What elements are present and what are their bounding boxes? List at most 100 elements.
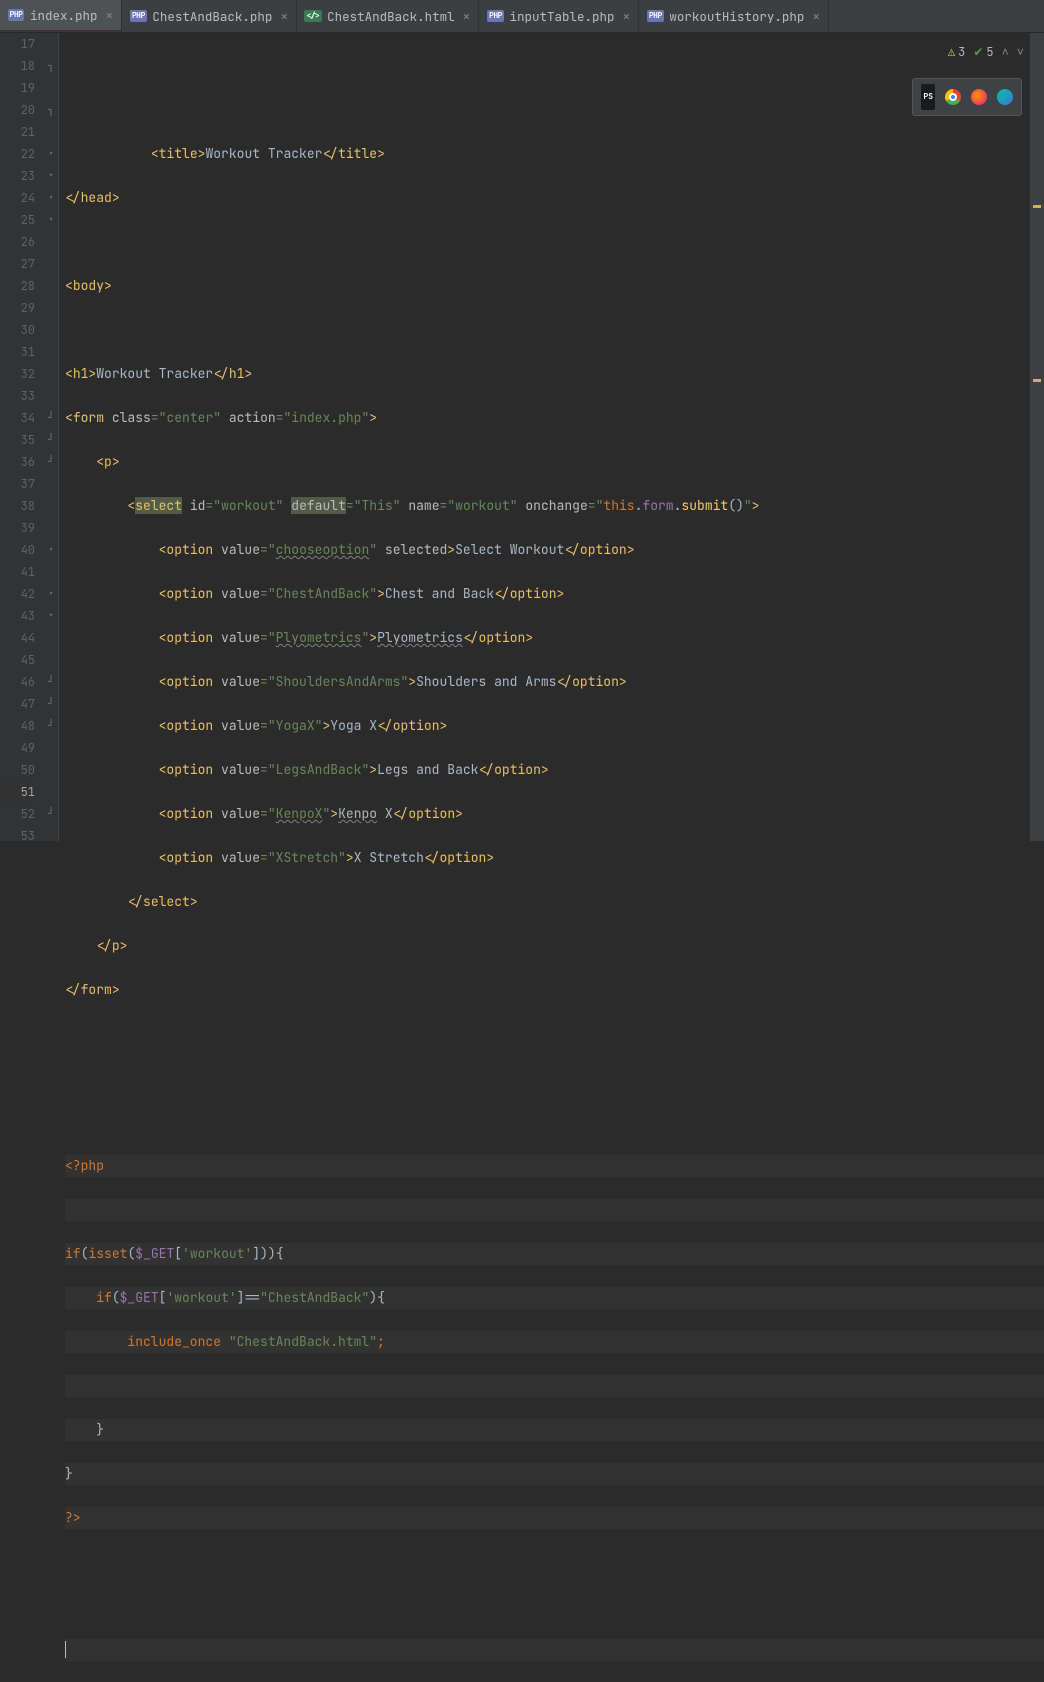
t: </ bbox=[393, 805, 409, 822]
t: > bbox=[486, 849, 494, 866]
t: p bbox=[104, 453, 112, 470]
t: = bbox=[260, 717, 268, 734]
t: Plyometrics bbox=[377, 629, 463, 646]
php-icon: PHP bbox=[130, 9, 146, 23]
t: } bbox=[96, 1421, 104, 1438]
t: $_GET bbox=[120, 1289, 159, 1306]
t: ( bbox=[127, 1245, 135, 1262]
fold-column[interactable]: ┐┐▾▾▾▾┘┘┘▾▾▾┘┘┘┘ bbox=[45, 33, 59, 841]
t: "ChestAndBack.html" bbox=[229, 1333, 377, 1350]
t: = bbox=[151, 409, 159, 426]
t: action bbox=[221, 409, 276, 426]
t: "YogaX" bbox=[268, 717, 323, 734]
browser-preview-bar[interactable]: PS bbox=[912, 78, 1022, 116]
t: > bbox=[112, 189, 120, 206]
code-area[interactable]: ⚠3 ✔5 ˄ ˅ PS <title>Workout Tracker</tit… bbox=[59, 33, 1044, 841]
close-icon[interactable]: × bbox=[106, 7, 114, 24]
t: = bbox=[260, 629, 268, 646]
t: option bbox=[166, 717, 221, 734]
chevron-up-icon[interactable]: ˄ bbox=[1002, 41, 1009, 63]
edge-icon[interactable] bbox=[997, 89, 1013, 105]
tab-chestandback-php[interactable]: PHP ChestAndBack.php × bbox=[122, 0, 297, 32]
t: form bbox=[73, 409, 112, 426]
t: " bbox=[744, 497, 752, 514]
t: Select Workout bbox=[455, 541, 564, 558]
t: </ bbox=[424, 849, 440, 866]
t: X Stretch bbox=[354, 849, 424, 866]
t: </ bbox=[213, 365, 229, 382]
t: form bbox=[81, 981, 112, 998]
chevron-down-icon[interactable]: ˅ bbox=[1017, 41, 1024, 63]
tab-inputtable-php[interactable]: PHP inputTable.php × bbox=[479, 0, 639, 32]
editor[interactable]: 1718192021222324252627282930313233343536… bbox=[0, 33, 1044, 841]
t: > bbox=[377, 145, 385, 162]
tab-label: index.php bbox=[30, 7, 98, 24]
firefox-icon[interactable] bbox=[971, 89, 987, 105]
cursor bbox=[65, 1641, 74, 1658]
t: > bbox=[104, 277, 112, 294]
t: > bbox=[627, 541, 635, 558]
t: this bbox=[603, 497, 634, 514]
close-icon[interactable]: × bbox=[623, 8, 631, 25]
t: option bbox=[440, 849, 487, 866]
t: option bbox=[494, 761, 541, 778]
php-icon: PHP bbox=[8, 8, 24, 22]
t: > bbox=[330, 805, 338, 822]
t: Legs and Back bbox=[377, 761, 478, 778]
t: Chest and Back bbox=[385, 585, 494, 602]
inspection-status[interactable]: ⚠3 ✔5 ˄ ˅ bbox=[948, 41, 1024, 63]
t: > bbox=[346, 849, 354, 866]
t: p bbox=[112, 937, 120, 954]
t: </ bbox=[65, 981, 81, 998]
t: isset bbox=[88, 1245, 127, 1262]
t: < bbox=[151, 145, 159, 162]
t: value bbox=[221, 673, 260, 690]
t: == bbox=[244, 1289, 260, 1306]
chrome-icon[interactable] bbox=[945, 89, 961, 105]
tab-index-php[interactable]: PHP index.php × bbox=[0, 0, 122, 32]
scrollbar[interactable] bbox=[1030, 33, 1044, 841]
t: > bbox=[369, 409, 377, 426]
t: < bbox=[96, 453, 104, 470]
t: option bbox=[166, 585, 221, 602]
warning-count: 3 bbox=[958, 41, 965, 63]
close-icon[interactable]: × bbox=[280, 8, 288, 25]
t: title bbox=[159, 145, 198, 162]
tab-label: ChestAndBack.html bbox=[327, 8, 455, 25]
t: value bbox=[221, 761, 260, 778]
t: </ bbox=[494, 585, 510, 602]
t: </ bbox=[564, 541, 580, 558]
t: option bbox=[166, 761, 221, 778]
phpstorm-icon[interactable]: PS bbox=[921, 84, 935, 110]
t: > bbox=[752, 497, 760, 514]
t: Shoulders and Arms bbox=[416, 673, 556, 690]
t: </ bbox=[65, 189, 81, 206]
t: </ bbox=[377, 717, 393, 734]
t: if bbox=[65, 1245, 81, 1262]
t: select bbox=[143, 893, 190, 910]
t: Workout Tracker bbox=[205, 145, 322, 162]
t: > bbox=[447, 541, 455, 558]
t: title bbox=[338, 145, 377, 162]
t: > bbox=[541, 761, 549, 778]
t: Workout Tracker bbox=[96, 365, 213, 382]
t: [ bbox=[174, 1245, 182, 1262]
t: name bbox=[408, 497, 439, 514]
tab-workouthistory-php[interactable]: PHP workoutHistory.php × bbox=[639, 0, 829, 32]
t: ( bbox=[81, 1245, 89, 1262]
tab-chestandback-html[interactable]: </> ChestAndBack.html × bbox=[297, 0, 479, 32]
t: ; bbox=[377, 1333, 385, 1350]
t: { bbox=[276, 1245, 284, 1262]
t: option bbox=[166, 629, 221, 646]
close-icon[interactable]: × bbox=[463, 8, 471, 25]
t: > bbox=[408, 673, 416, 690]
t: = bbox=[260, 541, 268, 558]
t: value bbox=[221, 541, 260, 558]
close-icon[interactable]: × bbox=[812, 8, 820, 25]
t: Yoga X bbox=[330, 717, 377, 734]
t: "XStretch" bbox=[268, 849, 346, 866]
t: > bbox=[112, 453, 120, 470]
t: "center" bbox=[159, 409, 221, 426]
line-numbers: 1718192021222324252627282930313233343536… bbox=[0, 33, 45, 841]
t: ] bbox=[237, 1289, 245, 1306]
